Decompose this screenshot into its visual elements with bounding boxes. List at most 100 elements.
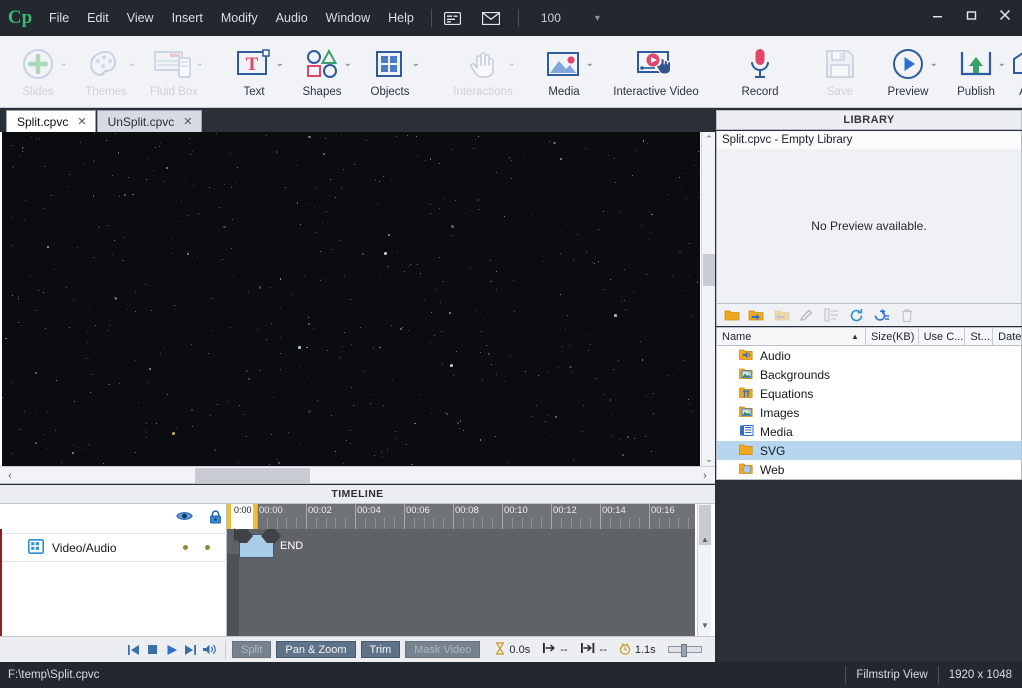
select-unused-icon[interactable] <box>873 307 890 324</box>
chevron-down-icon[interactable]: ⌄ <box>508 58 516 69</box>
close-icon[interactable]: ✕ <box>183 115 192 128</box>
scroll-up-icon[interactable]: ▲ <box>698 532 712 546</box>
tab-split-cpvc[interactable]: Split.cpvc ✕ <box>6 110 96 132</box>
close-icon[interactable]: ✕ <box>77 115 86 128</box>
scroll-right-icon[interactable]: › <box>697 467 713 484</box>
chevron-down-icon[interactable]: ⌄ <box>344 58 352 69</box>
timeline-ruler[interactable]: 0:00 00:00 00:02 00:04 00:06 00:08 00:10 00:12… <box>227 504 695 529</box>
export-folder-icon[interactable] <box>773 307 790 324</box>
maximize-button[interactable] <box>954 0 988 30</box>
ruler-minor-tick <box>511 518 513 529</box>
eye-icon[interactable] <box>176 510 193 527</box>
ribbon-themes-button[interactable]: Themes ⌄ <box>72 36 140 106</box>
split-button[interactable]: Split <box>232 641 272 658</box>
refresh-icon[interactable] <box>848 307 865 324</box>
menu-view[interactable]: View <box>118 7 163 29</box>
delete-trash-icon[interactable] <box>898 307 915 324</box>
playhead-marker[interactable]: 0:00 <box>227 504 257 529</box>
menu-file[interactable]: File <box>40 7 78 29</box>
menu-audio[interactable]: Audio <box>267 7 317 29</box>
ruler-time-label: 00:16 <box>651 505 675 516</box>
chevron-down-icon[interactable]: ⌄ <box>998 58 1006 69</box>
chevron-down-icon[interactable]: ⌄ <box>128 58 136 69</box>
chevron-down-icon[interactable]: ⌄ <box>412 58 420 69</box>
ribbon-interactions-button[interactable]: Interactions ⌄ <box>436 36 530 106</box>
column-header-name[interactable]: Name ▲ <box>717 327 866 346</box>
scrollbar-thumb[interactable] <box>195 468 310 483</box>
chevron-down-icon[interactable]: ⌄ <box>586 58 594 69</box>
ribbon-media-button[interactable]: Media ⌄ <box>530 36 598 106</box>
chevron-down-icon[interactable]: ⌄ <box>930 58 938 69</box>
list-item[interactable]: Images <box>717 403 1021 422</box>
ribbon-text-label: Text <box>243 86 265 98</box>
close-button[interactable] <box>988 0 1022 30</box>
list-item[interactable]: Media <box>717 422 1021 441</box>
ribbon-save-button[interactable]: Save <box>806 36 874 106</box>
scroll-down-icon[interactable]: ⌄ <box>702 452 716 466</box>
ribbon-record-button[interactable]: Record <box>726 36 794 106</box>
minimize-button[interactable] <box>920 0 954 30</box>
ribbon-fluidbox-button[interactable]: Fluid Box ⌄ <box>140 36 208 106</box>
ribbon-assets-button[interactable]: A <box>1010 36 1022 106</box>
menu-window[interactable]: Window <box>317 7 379 29</box>
scrollbar-thumb[interactable] <box>703 254 715 286</box>
tab-unsplit-cpvc[interactable]: UnSplit.cpvc ✕ <box>96 110 202 132</box>
ribbon-shapes-button[interactable]: Shapes ⌄ <box>288 36 356 106</box>
timeline-track-header: Video/Audio <box>0 504 227 636</box>
timeline-track-row[interactable]: Video/Audio <box>0 533 227 562</box>
chevron-down-icon[interactable]: ▾ <box>595 13 600 24</box>
scroll-up-icon[interactable]: ⌃ <box>702 132 716 146</box>
import-folder-icon[interactable] <box>748 307 765 324</box>
list-item[interactable]: Audio <box>717 346 1021 365</box>
menu-edit[interactable]: Edit <box>78 7 118 29</box>
timeline-zoom-slider[interactable] <box>667 644 702 657</box>
column-header-date[interactable]: Date <box>993 327 1021 346</box>
ribbon-interactive-video-button[interactable]: Interactive Video <box>598 36 714 106</box>
captions-icon[interactable] <box>440 7 466 29</box>
zoom-level-value[interactable]: 100 <box>541 11 579 25</box>
stage-horizontal-scrollbar[interactable]: ‹ › <box>0 466 715 484</box>
timeline-vertical-scrollbar[interactable]: ▲ ▼ <box>697 504 711 636</box>
open-folder-icon[interactable] <box>723 307 740 324</box>
list-item[interactable]: Backgrounds <box>717 365 1021 384</box>
lock-dot[interactable] <box>205 545 210 550</box>
ribbon-publish-button[interactable]: Publish ⌄ <box>942 36 1010 106</box>
video-canvas[interactable] <box>2 132 700 466</box>
mail-icon[interactable] <box>478 7 504 29</box>
chevron-down-icon[interactable]: ⌄ <box>60 58 68 69</box>
play-button[interactable] <box>162 640 181 660</box>
column-header-size[interactable]: Size(KB) <box>866 327 919 346</box>
edit-pencil-icon[interactable] <box>798 307 815 324</box>
pan-and-zoom-button[interactable]: Pan & Zoom <box>276 641 356 658</box>
chevron-down-icon[interactable]: ⌄ <box>196 58 204 69</box>
ruler-minor-tick <box>296 518 298 529</box>
timeline-track-canvas[interactable]: END <box>227 528 695 636</box>
ribbon-objects-button[interactable]: Objects ⌄ <box>356 36 424 106</box>
scroll-down-icon[interactable]: ▼ <box>698 618 712 632</box>
go-to-end-button[interactable] <box>181 640 200 660</box>
menu-help[interactable]: Help <box>379 7 423 29</box>
list-item[interactable]: Equations <box>717 384 1021 403</box>
mask-video-button[interactable]: Mask Video <box>405 641 481 658</box>
ribbon-slides-button[interactable]: Slides ⌄ <box>4 36 72 106</box>
properties-icon[interactable] <box>823 307 840 324</box>
scroll-left-icon[interactable]: ‹ <box>2 467 18 484</box>
view-mode-label[interactable]: Filmstrip View <box>845 666 937 684</box>
ribbon-preview-button[interactable]: Preview ⌄ <box>874 36 942 106</box>
menu-insert[interactable]: Insert <box>163 7 212 29</box>
visibility-dot[interactable] <box>183 545 188 550</box>
column-header-status[interactable]: St... <box>965 327 994 346</box>
chevron-down-icon[interactable]: ⌄ <box>276 58 284 69</box>
stage-vertical-scrollbar[interactable]: ⌃ ⌄ <box>701 132 715 466</box>
stop-button[interactable] <box>143 640 162 660</box>
list-item-svg[interactable]: SVG <box>717 441 1021 460</box>
list-item[interactable]: Web <box>717 460 1021 479</box>
ribbon-text-button[interactable]: T Text ⌄ <box>220 36 288 106</box>
menu-modify[interactable]: Modify <box>212 7 267 29</box>
trim-button[interactable]: Trim <box>360 641 401 658</box>
library-item-list[interactable]: Audio Backgrounds Equations Images Media… <box>716 346 1022 480</box>
lock-icon[interactable] <box>209 510 222 527</box>
go-to-start-button[interactable] <box>124 640 143 660</box>
volume-button[interactable] <box>200 640 219 660</box>
column-header-use-count[interactable]: Use C... <box>919 327 966 346</box>
